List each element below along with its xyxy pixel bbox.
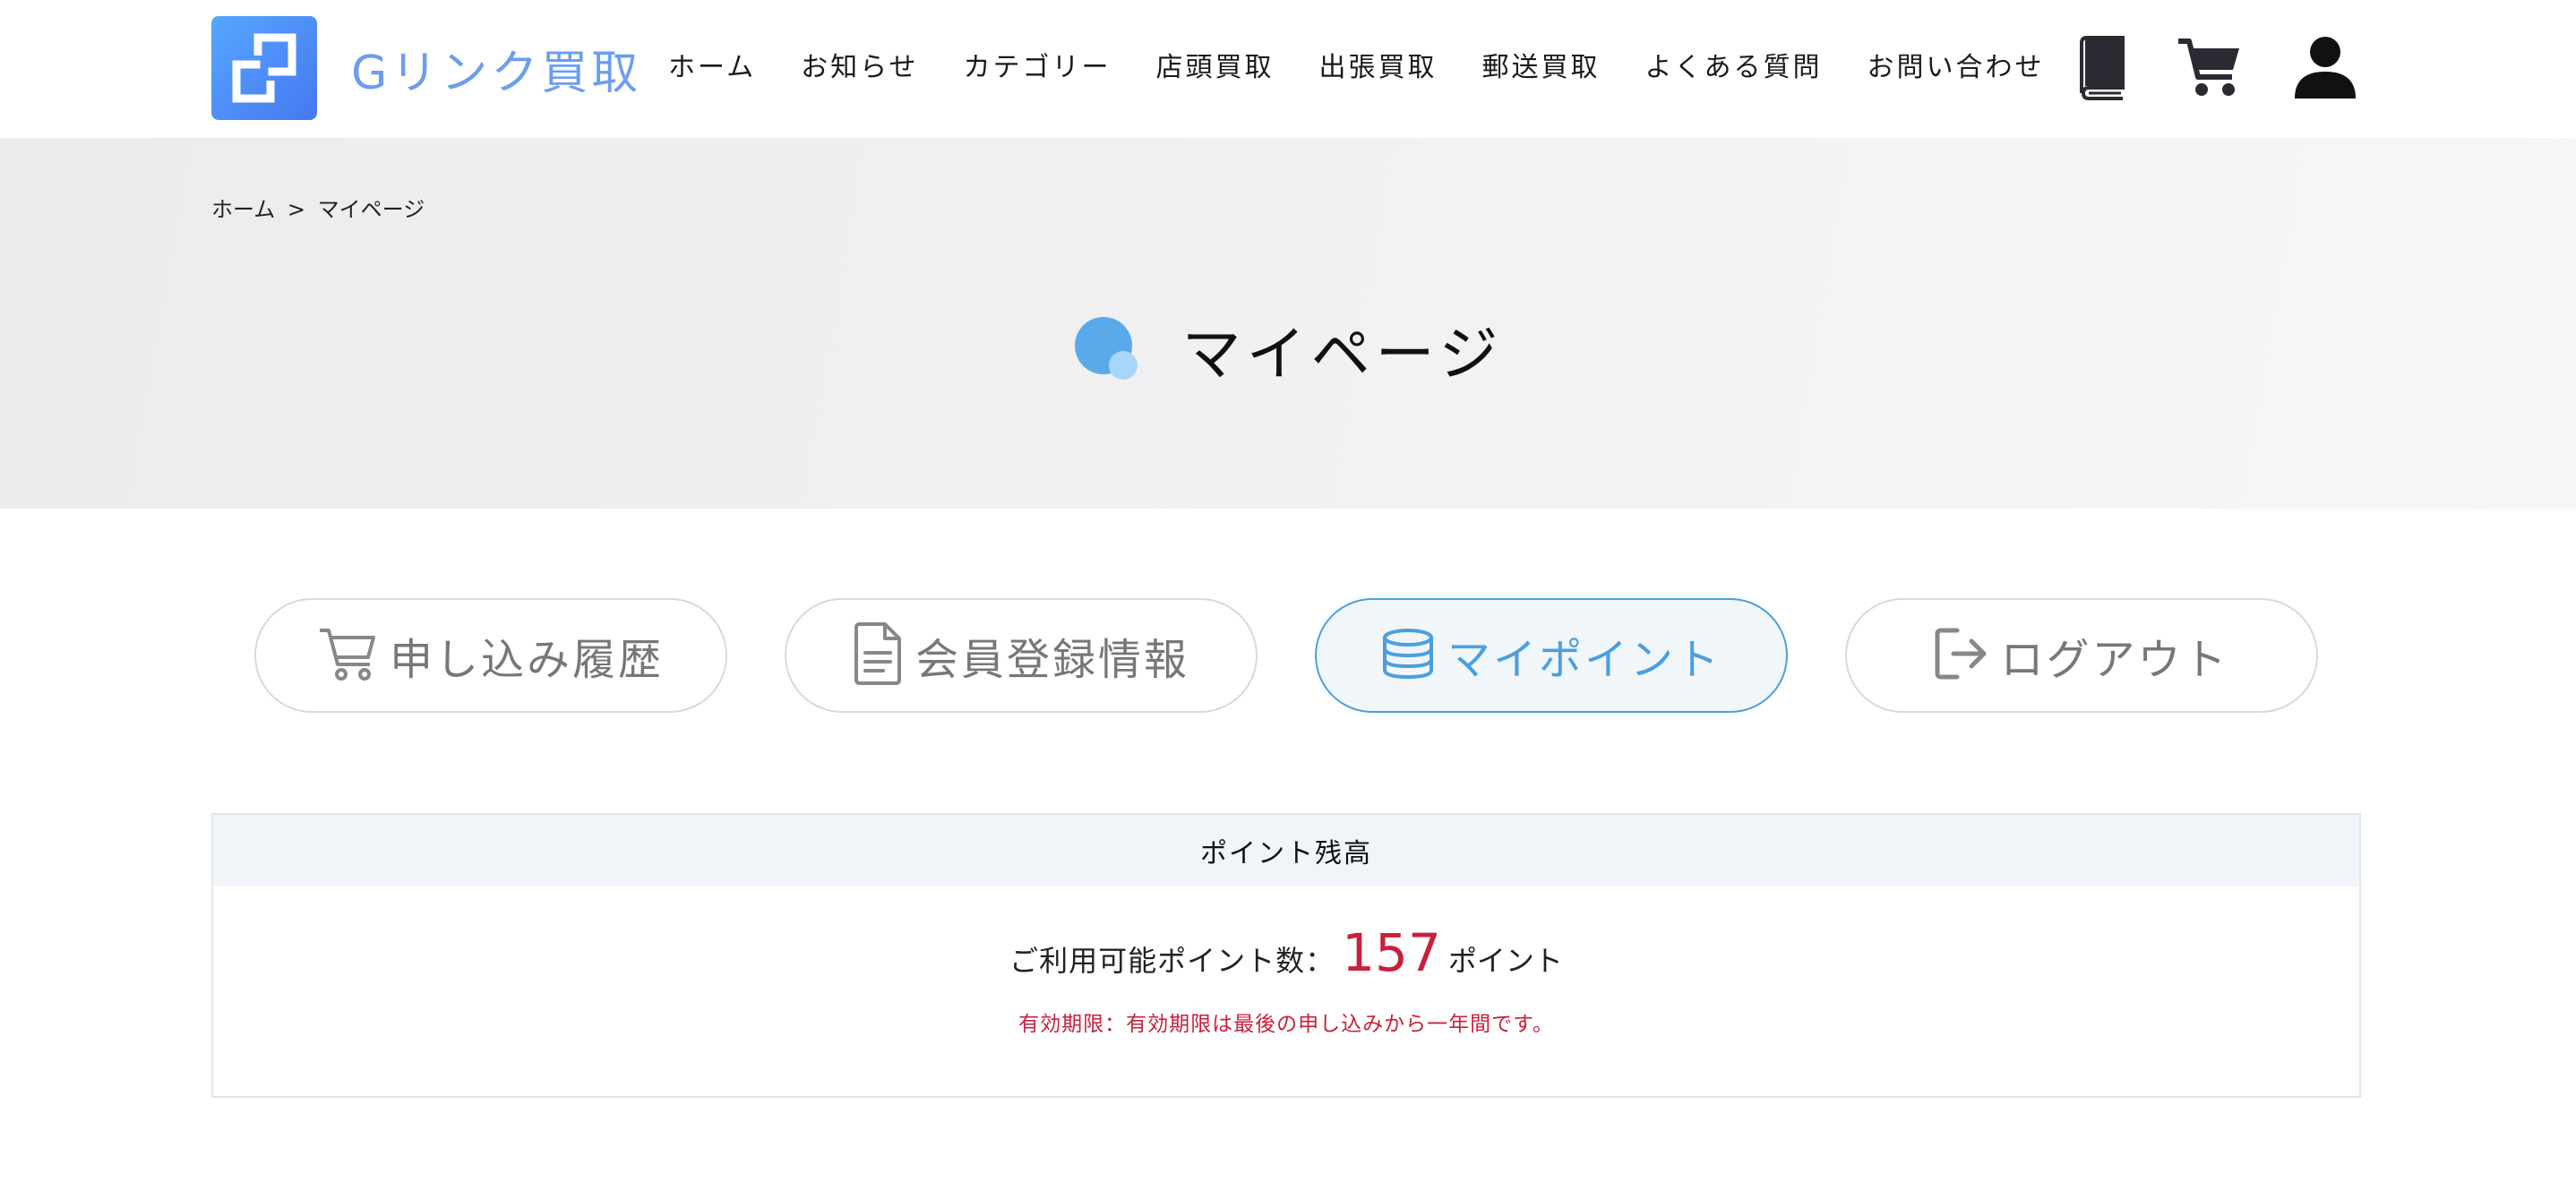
mypage-tabs: 申し込み履歴 会員登録情報 マイポイント ログアウト [254, 598, 2318, 713]
breadcrumb-separator: > [287, 197, 306, 222]
tab-application-history[interactable]: 申し込み履歴 [254, 598, 727, 713]
panel-heading: ポイント残高 [213, 815, 2359, 886]
tab-label: 申し込み履歴 [389, 635, 664, 685]
logout-icon [1934, 627, 1988, 684]
nav-item-faq[interactable]: よくある質問 [1645, 45, 1823, 84]
expiry-note: 有効期限：有効期限は最後の申し込みから一年間です。 [1018, 1013, 1554, 1036]
site-logo[interactable]: Gリンク買取 [211, 16, 641, 120]
tab-my-points[interactable]: マイポイント [1315, 598, 1788, 713]
logo-text: Gリンク買取 [351, 46, 642, 100]
tab-logout[interactable]: ログアウト [1845, 598, 2318, 713]
title-bubble-icon [1073, 315, 1141, 383]
breadcrumb-home-link[interactable]: ホーム [211, 197, 275, 222]
tab-label: マイポイント [1447, 635, 1722, 685]
tab-member-info[interactable]: 会員登録情報 [785, 598, 1258, 713]
points-line: ご利用可能ポイント数： 157 ポイント [213, 922, 2359, 983]
logo-mark-icon [211, 16, 317, 120]
breadcrumb-current: マイページ [317, 197, 425, 222]
page-title: マイページ [1181, 320, 1504, 389]
nav-item-visit-purchase[interactable]: 出張買取 [1319, 45, 1438, 84]
document-icon [853, 622, 903, 689]
tab-label: ログアウト [2000, 635, 2229, 685]
nav-item-mail-purchase[interactable]: 郵送買取 [1482, 45, 1601, 84]
points-unit: ポイント [1447, 944, 1563, 978]
nav-item-store-purchase[interactable]: 店頭買取 [1156, 45, 1275, 84]
points-balance-panel: ポイント残高 ご利用可能ポイント数： 157 ポイント 有効期限：有効期限は最後… [211, 813, 2361, 1098]
site-header: Gリンク買取 ホーム お知らせ カテゴリー 店頭買取 出張買取 郵送買取 よくあ… [0, 0, 2576, 138]
cart-icon [318, 625, 377, 686]
main-nav: ホーム お知らせ カテゴリー 店頭買取 出張買取 郵送買取 よくある質問 お問い… [668, 45, 2090, 84]
nav-item-contact[interactable]: お問い合わせ [1868, 45, 2045, 84]
nav-item-home[interactable]: ホーム [668, 45, 756, 84]
page-title-wrap: マイページ [0, 306, 2576, 392]
points-value: 157 [1342, 922, 1441, 983]
points-label: ご利用可能ポイント数： [1009, 944, 1335, 978]
user-icon[interactable] [2293, 36, 2357, 102]
nav-item-news[interactable]: お知らせ [801, 45, 918, 84]
tab-label: 会員登録情報 [914, 635, 1189, 685]
breadcrumb: ホーム > マイページ [211, 192, 425, 223]
coins-icon [1381, 629, 1435, 682]
page-hero: ホーム > マイページ マイページ [0, 138, 2576, 509]
book-icon[interactable] [2076, 36, 2126, 104]
nav-item-category[interactable]: カテゴリー [964, 45, 1112, 84]
cart-icon[interactable] [2177, 36, 2241, 102]
